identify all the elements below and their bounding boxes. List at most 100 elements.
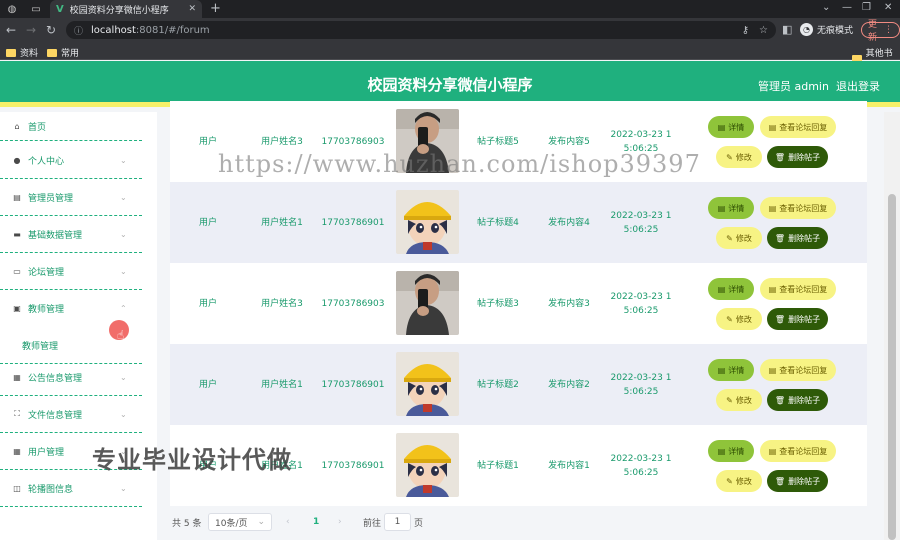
edit-button[interactable]: ✎ 修改 — [716, 389, 762, 411]
tab-close-icon[interactable]: ✕ — [188, 4, 196, 14]
browser-globe-icon[interactable]: ◍ — [6, 3, 18, 15]
update-button[interactable]: 更新 ⋮ — [861, 20, 900, 43]
tab-search-icon[interactable]: ▭ — [30, 3, 42, 15]
edit-button[interactable]: ✎ 修改 — [716, 308, 762, 330]
clipboard-icon: ▤ — [13, 192, 21, 202]
sidebar-item-notices[interactable]: ▦ 公告信息管理 ⌄ — [0, 359, 142, 396]
next-page-icon[interactable]: › — [338, 513, 342, 531]
button-label: 删除帖子 — [788, 233, 821, 243]
key-icon[interactable]: ⚷ — [742, 25, 749, 36]
bookmark-folder[interactable]: 资料 — [6, 46, 38, 59]
sidebar-item-label: 公告信息管理 — [28, 373, 83, 384]
edit-button[interactable]: ✎ 修改 — [716, 470, 762, 492]
sidebar-item-forum[interactable]: ▭ 论坛管理 ⌄ — [0, 253, 142, 290]
detail-button[interactable]: ▤ 详情 — [708, 278, 754, 300]
restore-icon[interactable]: ❐ — [862, 2, 871, 13]
new-tab-icon[interactable]: + — [210, 1, 221, 16]
view-replies-button[interactable]: ▤ 查看论坛回复 — [760, 197, 836, 219]
url-watermark: https://www.huzhan.com/ishop39397 — [218, 150, 701, 178]
sidebar-item-home[interactable]: ⌂ 首页 — [0, 112, 142, 141]
chevron-down-icon: ⌄ — [120, 372, 127, 382]
bookmark-folder[interactable]: 常用 — [47, 46, 79, 59]
delete-button[interactable]: 🗑 删除帖子 — [767, 389, 828, 411]
page-size-select[interactable]: 10条/页 ⌄ — [208, 513, 272, 531]
button-label: 详情 — [728, 284, 745, 294]
sidebar-item-files[interactable]: ⛶ 文件信息管理 ⌄ — [0, 396, 142, 433]
prev-page-icon[interactable]: ‹ — [286, 513, 290, 531]
chevron-down-icon: ⌄ — [120, 229, 127, 239]
time-line: 5:06:25 — [623, 467, 659, 478]
date-line: 2022-03-23 1 — [610, 453, 672, 464]
site-info-icon[interactable]: ⓘ — [74, 24, 83, 37]
chevron-down-icon: ⌄ — [120, 192, 127, 202]
sidebar-item-carousel[interactable]: ◫ 轮播图信息 ⌄ — [0, 470, 142, 507]
scrollbar-thumb[interactable] — [888, 194, 896, 540]
sidebar-item-profile[interactable]: ● 个人中心 ⌄ — [0, 142, 142, 179]
chevron-down-icon[interactable]: ⌄ — [822, 2, 830, 13]
sidebar-item-admins[interactable]: ▤ 管理员管理 ⌄ — [0, 179, 142, 216]
sidebar-item-label: 轮播图信息 — [28, 484, 74, 495]
sidebar-item-label: 管理员管理 — [28, 193, 74, 204]
screen: ◍ ▭ V 校园资料分享微信小程序 ✕ + ⌄ — ❐ ✕ ← → ↻ ⓘ lo… — [0, 0, 900, 540]
cell-title: 帖子标题3 — [477, 298, 519, 309]
time-line: 5:06:25 — [623, 224, 659, 235]
document-icon: ▤ — [768, 365, 777, 375]
address-bar[interactable]: ⓘ localhost:8081/#/forum ⚷ ☆ — [66, 21, 776, 39]
cell-date: 2022-03-23 1 5:06:25 — [606, 344, 676, 425]
detail-button[interactable]: ▤ 详情 — [708, 359, 754, 381]
calendar-icon: ▦ — [13, 372, 21, 382]
url-host: localhost — [91, 24, 136, 36]
window-close-icon[interactable]: ✕ — [884, 2, 892, 13]
cell-content: 发布内容3 — [548, 298, 590, 309]
delete-button[interactable]: 🗑 删除帖子 — [767, 308, 828, 330]
sidebar-item-basedata[interactable]: ▬ 基础数据管理 ⌄ — [0, 216, 142, 253]
delete-button[interactable]: 🗑 删除帖子 — [767, 146, 828, 168]
page-scrollbar[interactable] — [884, 112, 900, 540]
page-suffix: 页 — [414, 518, 424, 529]
folder-icon — [47, 48, 57, 57]
cell-date: 2022-03-23 1 5:06:25 — [606, 263, 676, 344]
forward-icon[interactable]: → — [26, 23, 36, 37]
table-row: 用户 用户姓名3 17703786903 帖子标题3 发布内容3 2022-03-23 1… — [170, 263, 867, 344]
delete-button[interactable]: 🗑 删除帖子 — [767, 470, 828, 492]
goto-page-input[interactable]: 1 — [384, 513, 411, 531]
edit-button[interactable]: ✎ 修改 — [716, 227, 762, 249]
cell-role: 用户 — [198, 379, 217, 390]
star-icon[interactable]: ☆ — [759, 25, 768, 36]
detail-button[interactable]: ▤ 详情 — [708, 116, 754, 138]
minimize-icon[interactable]: — — [842, 2, 852, 13]
document-icon: ▤ — [768, 284, 777, 294]
page-number-current[interactable]: 1 — [313, 513, 319, 531]
view-replies-button[interactable]: ▤ 查看论坛回复 — [760, 278, 836, 300]
view-replies-button[interactable]: ▤ 查看论坛回复 — [760, 440, 836, 462]
admin-label: 管理员 admin — [758, 80, 829, 93]
detail-button[interactable]: ▤ 详情 — [708, 197, 754, 219]
cell-phone: 17703786903 — [321, 298, 385, 309]
reload-icon[interactable]: ↻ — [46, 23, 56, 37]
view-replies-button[interactable]: ▤ 查看论坛回复 — [760, 116, 836, 138]
cell-name: 用户姓名1 — [261, 217, 303, 228]
edit-button[interactable]: ✎ 修改 — [716, 146, 762, 168]
document-icon: ▤ — [717, 284, 726, 294]
incognito-indicator[interactable]: ◔ 无痕模式 — [800, 23, 853, 36]
button-label: 删除帖子 — [788, 152, 821, 162]
button-label: 修改 — [735, 233, 752, 243]
back-icon[interactable]: ← — [6, 23, 16, 37]
logout-link[interactable]: 退出登录 — [836, 78, 880, 94]
sidepanel-icon[interactable]: ◧ — [782, 23, 792, 36]
view-replies-button[interactable]: ▤ 查看论坛回复 — [760, 359, 836, 381]
pagination-total: 共 5 条 — [172, 518, 202, 529]
sidebar-item-label: 个人中心 — [28, 156, 65, 167]
pencil-icon: ✎ — [726, 152, 733, 162]
button-label: 查看论坛回复 — [779, 446, 828, 456]
document-icon: ▤ — [717, 446, 726, 456]
browser-tab[interactable]: V 校园资料分享微信小程序 ✕ — [50, 0, 202, 18]
trash-icon: 🗑 — [774, 233, 786, 243]
button-label: 详情 — [728, 365, 745, 375]
delete-button[interactable]: 🗑 删除帖子 — [767, 227, 828, 249]
cell-phone: 17703786901 — [321, 379, 385, 390]
detail-button[interactable]: ▤ 详情 — [708, 440, 754, 462]
button-label: 详情 — [728, 203, 745, 213]
sidebar-item-label: 文件信息管理 — [28, 410, 83, 421]
cell-content: 发布内容2 — [548, 379, 590, 390]
